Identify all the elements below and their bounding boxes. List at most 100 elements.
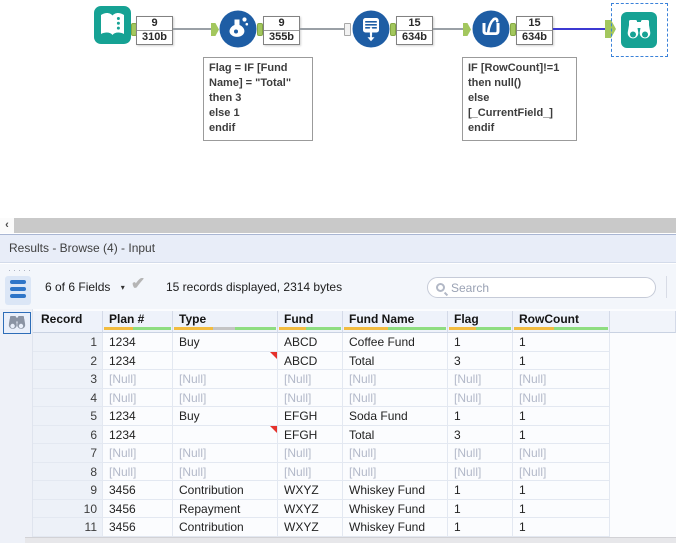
record-number-cell[interactable]: 6 bbox=[33, 425, 103, 444]
browse-tool[interactable] bbox=[620, 11, 658, 49]
column-header-flag[interactable]: Flag bbox=[448, 311, 513, 333]
data-cell[interactable]: [Null] bbox=[173, 388, 278, 407]
data-cell[interactable]: Buy bbox=[173, 407, 278, 426]
column-header-rowcount[interactable]: RowCount bbox=[513, 311, 610, 333]
canvas-horizontal-scrollbar[interactable]: ‹ bbox=[0, 218, 676, 233]
data-cell[interactable]: [Null] bbox=[343, 462, 448, 481]
data-cell[interactable]: 1 bbox=[448, 481, 513, 500]
data-cell[interactable]: [Null] bbox=[173, 462, 278, 481]
data-cell[interactable]: WXYZ bbox=[278, 518, 343, 537]
data-cell[interactable]: WXYZ bbox=[278, 481, 343, 500]
data-cell[interactable]: 1234 bbox=[103, 333, 173, 352]
data-cell[interactable]: [Null] bbox=[173, 444, 278, 463]
record-number-cell[interactable]: 11 bbox=[33, 518, 103, 537]
data-cell[interactable]: [Null] bbox=[448, 444, 513, 463]
record-number-cell[interactable]: 10 bbox=[33, 499, 103, 518]
data-cell[interactable]: Total bbox=[343, 425, 448, 444]
data-cell[interactable]: 1234 bbox=[103, 425, 173, 444]
generate-rows-tool[interactable] bbox=[352, 10, 390, 48]
workflow-canvas[interactable]: 9 310b 9 355b 15 634b 15 634b Flag = IF … bbox=[0, 0, 676, 218]
record-number-cell[interactable]: 4 bbox=[33, 388, 103, 407]
search-box[interactable] bbox=[427, 277, 656, 298]
record-number-cell[interactable]: 9 bbox=[33, 481, 103, 500]
scrollbar-thumb[interactable] bbox=[14, 218, 676, 233]
data-cell[interactable]: Coffee Fund bbox=[343, 333, 448, 352]
data-cell[interactable]: [Null] bbox=[173, 370, 278, 389]
data-cell[interactable] bbox=[173, 425, 278, 444]
data-cell[interactable]: EFGH bbox=[278, 425, 343, 444]
record-number-cell[interactable]: 7 bbox=[33, 444, 103, 463]
column-header-fund-name[interactable]: Fund Name bbox=[343, 311, 448, 333]
column-header-type[interactable]: Type bbox=[173, 311, 278, 333]
data-cell[interactable]: Repayment bbox=[173, 499, 278, 518]
data-cell[interactable]: [Null] bbox=[448, 370, 513, 389]
data-cell[interactable]: [Null] bbox=[513, 462, 610, 481]
connection-wire-4-selected[interactable] bbox=[553, 28, 605, 30]
data-cell[interactable]: 3 bbox=[448, 425, 513, 444]
record-number-cell[interactable]: 1 bbox=[33, 333, 103, 352]
data-cell[interactable]: [Null] bbox=[278, 388, 343, 407]
data-cell[interactable]: 1 bbox=[513, 425, 610, 444]
connection-wire-1[interactable] bbox=[173, 28, 211, 30]
fields-dropdown[interactable]: 6 of 6 Fields ▾ bbox=[45, 278, 125, 296]
data-cell[interactable]: [Null] bbox=[343, 370, 448, 389]
data-cell[interactable]: [Null] bbox=[103, 388, 173, 407]
data-cell[interactable]: 1 bbox=[448, 407, 513, 426]
connection-count-2[interactable]: 9 355b bbox=[263, 16, 300, 45]
data-cell[interactable]: Whiskey Fund bbox=[343, 481, 448, 500]
data-cell[interactable]: [Null] bbox=[513, 388, 610, 407]
data-cell[interactable]: [Null] bbox=[343, 388, 448, 407]
data-cell[interactable]: 1 bbox=[448, 499, 513, 518]
data-cell[interactable]: 1234 bbox=[103, 351, 173, 370]
data-cell[interactable]: [Null] bbox=[278, 462, 343, 481]
connection-count-1[interactable]: 9 310b bbox=[136, 16, 173, 45]
data-cell[interactable]: Contribution bbox=[173, 518, 278, 537]
multi-field-formula-annotation[interactable]: IF [RowCount]!=1 then null() else [_Curr… bbox=[462, 57, 577, 141]
data-cell[interactable]: 3456 bbox=[103, 481, 173, 500]
data-cell[interactable]: EFGH bbox=[278, 407, 343, 426]
data-cell[interactable]: 1 bbox=[513, 351, 610, 370]
data-cell[interactable]: [Null] bbox=[448, 388, 513, 407]
data-cell[interactable]: 1 bbox=[513, 499, 610, 518]
data-cell[interactable]: [Null] bbox=[343, 444, 448, 463]
data-cell[interactable]: 1 bbox=[513, 333, 610, 352]
search-input[interactable] bbox=[451, 280, 631, 295]
generate-rows-input-anchor[interactable] bbox=[344, 23, 351, 36]
column-header-record[interactable]: Record bbox=[33, 311, 103, 333]
record-number-cell[interactable]: 8 bbox=[33, 462, 103, 481]
column-header-plan[interactable]: Plan # bbox=[103, 311, 173, 333]
data-cell[interactable]: 3456 bbox=[103, 518, 173, 537]
column-header-fund[interactable]: Fund bbox=[278, 311, 343, 333]
data-cell[interactable]: Total bbox=[343, 351, 448, 370]
multi-field-formula-tool[interactable] bbox=[472, 10, 510, 48]
data-cell[interactable]: 1 bbox=[448, 518, 513, 537]
table-bottom-scroll-strip[interactable] bbox=[25, 537, 676, 543]
data-cell[interactable]: [Null] bbox=[103, 370, 173, 389]
data-cell[interactable]: 3456 bbox=[103, 499, 173, 518]
apply-check-icon[interactable]: ✔ bbox=[131, 274, 145, 294]
data-cell[interactable]: [Null] bbox=[103, 444, 173, 463]
data-cell[interactable]: 1 bbox=[513, 481, 610, 500]
data-cell[interactable]: ABCD bbox=[278, 333, 343, 352]
panel-grip-dots-icon[interactable]: ····· bbox=[8, 265, 33, 275]
data-cell[interactable]: Whiskey Fund bbox=[343, 499, 448, 518]
data-cell[interactable]: [Null] bbox=[278, 370, 343, 389]
connection-count-4[interactable]: 15 634b bbox=[516, 16, 553, 45]
connection-count-3[interactable]: 15 634b bbox=[396, 16, 433, 45]
multi-field-formula-input-anchor[interactable] bbox=[463, 23, 471, 36]
scroll-left-button[interactable]: ‹ bbox=[0, 218, 14, 233]
record-number-cell[interactable]: 5 bbox=[33, 407, 103, 426]
input-data-tool[interactable] bbox=[93, 5, 132, 45]
data-cell[interactable]: [Null] bbox=[513, 444, 610, 463]
data-cell[interactable]: [Null] bbox=[513, 370, 610, 389]
browse-profile-button[interactable] bbox=[3, 312, 31, 334]
formula-input-anchor[interactable] bbox=[211, 23, 219, 36]
data-cell[interactable]: ABCD bbox=[278, 351, 343, 370]
data-cell[interactable]: Whiskey Fund bbox=[343, 518, 448, 537]
record-number-cell[interactable]: 3 bbox=[33, 370, 103, 389]
data-cell[interactable]: [Null] bbox=[278, 444, 343, 463]
data-cell[interactable] bbox=[173, 351, 278, 370]
data-cell[interactable]: 1 bbox=[513, 518, 610, 537]
connection-wire-3[interactable] bbox=[433, 28, 463, 30]
data-cell[interactable]: 3 bbox=[448, 351, 513, 370]
